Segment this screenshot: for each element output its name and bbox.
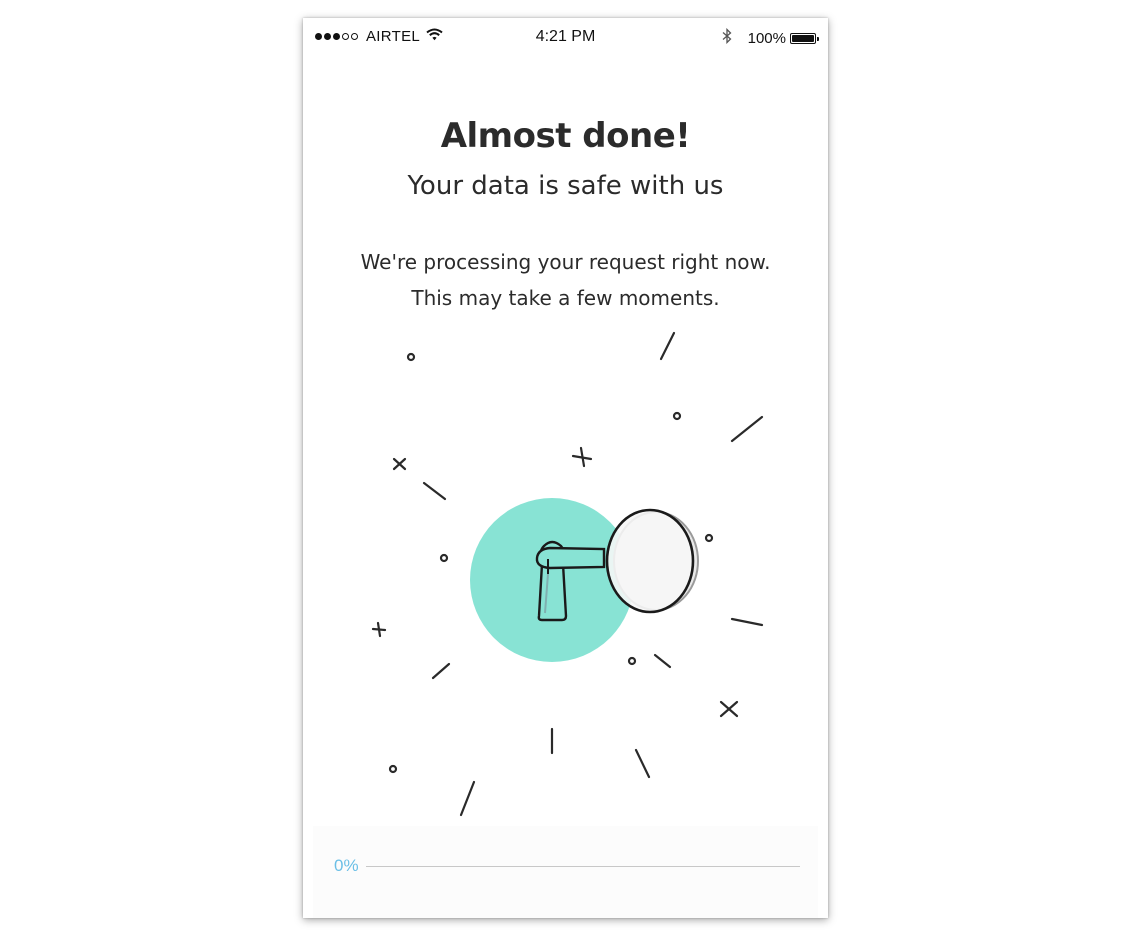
phone-screen: AIRTEL 4:21 PM 100% Almost done! Your da…: [303, 18, 828, 918]
status-bar-right: 100%: [722, 27, 819, 48]
battery-fill: [792, 34, 814, 42]
page-title: Almost done!: [440, 116, 691, 156]
page-subtitle: Your data is safe with us: [407, 171, 724, 201]
sparkle-line: [422, 481, 447, 501]
sparkle-cross: [719, 700, 739, 718]
sparkle-circle: [439, 553, 449, 563]
progress-section: 0%: [313, 826, 818, 918]
key-bow: [605, 508, 695, 614]
sparkle-line: [634, 748, 651, 779]
sparkle-cross: [371, 621, 387, 638]
sparkle-cross: [571, 446, 593, 468]
sparkle-line: [653, 653, 672, 669]
sparkle-line: [431, 662, 451, 680]
sparkle-circle: [388, 764, 398, 774]
message-line-1: We're processing your request right now.: [360, 250, 771, 274]
sparkle-line: [459, 780, 476, 817]
sparkle-cross: [392, 457, 407, 471]
progress-bar: [366, 866, 800, 867]
status-bar: AIRTEL 4:21 PM 100%: [303, 18, 828, 58]
processing-message: We're processing your request right now.…: [303, 244, 828, 316]
sparkle-line: [730, 415, 764, 443]
battery-icon: [790, 32, 819, 44]
sparkle-circle: [672, 411, 682, 421]
sparkle-line: [659, 331, 676, 361]
battery-percent: 100%: [747, 29, 786, 47]
sparkle-circle: [627, 656, 637, 666]
sparkle-circle: [704, 533, 714, 543]
key-illustration: [371, 331, 764, 817]
bluetooth-icon: [722, 27, 732, 48]
sparkle-line: [730, 617, 764, 627]
sparkle-circle: [406, 352, 416, 362]
progress-label: 0%: [334, 856, 359, 875]
